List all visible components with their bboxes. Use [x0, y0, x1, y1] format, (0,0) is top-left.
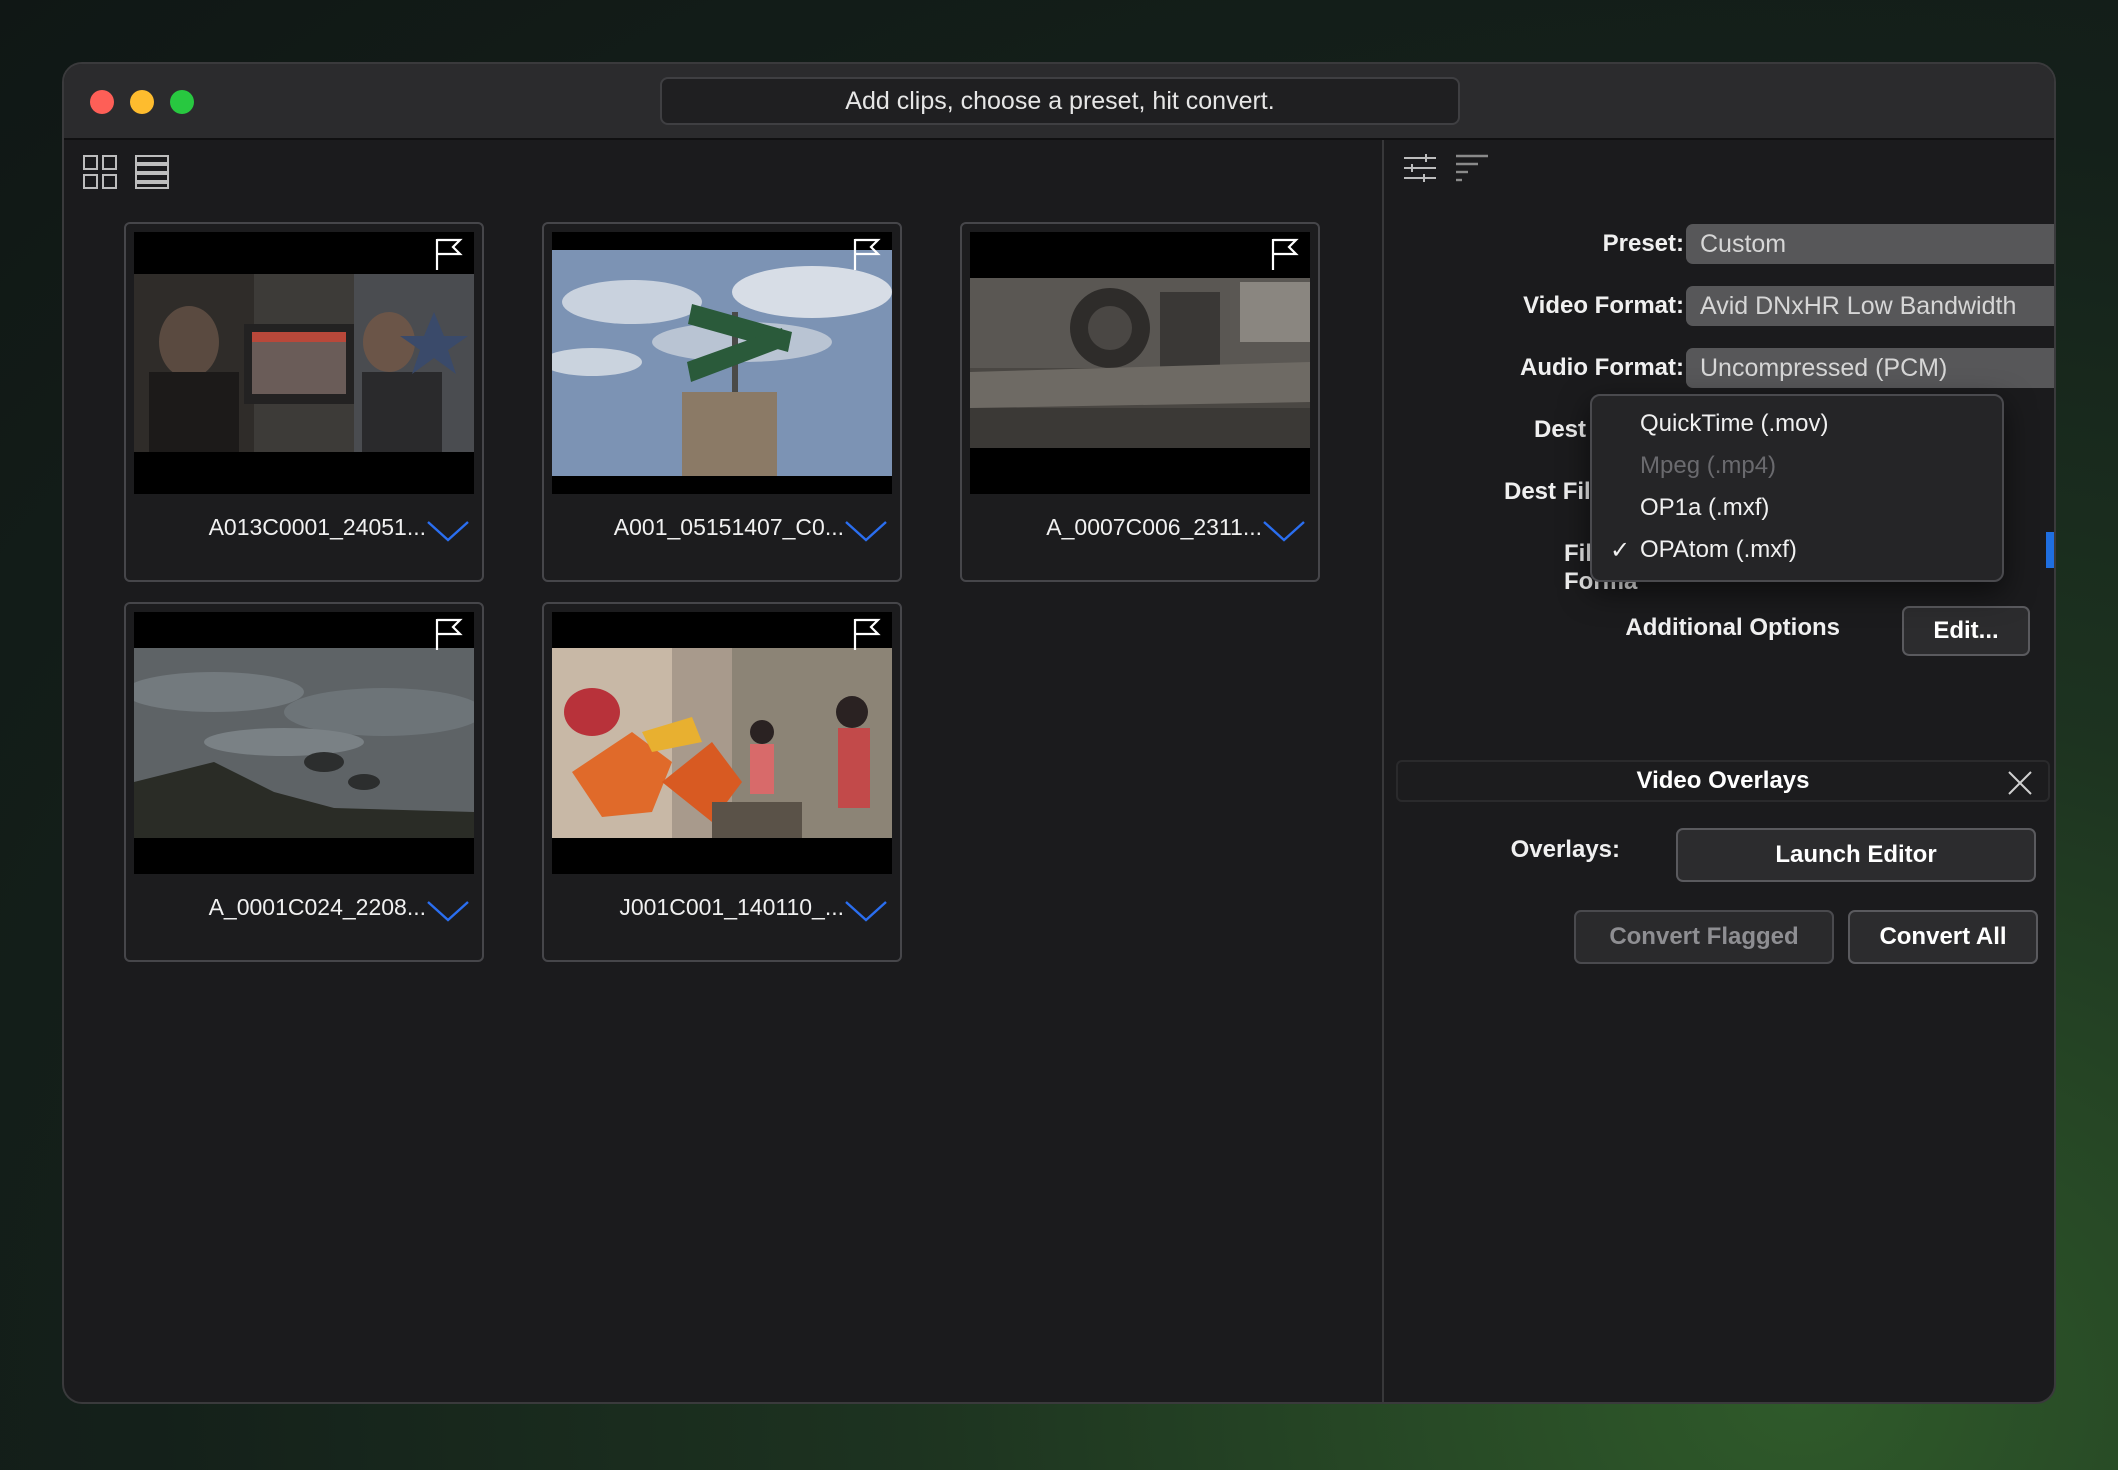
sort-tab-button[interactable]	[1454, 150, 1490, 186]
clip-browser: A013C0001_24051... A001_05151407_C0... A…	[64, 140, 1382, 1402]
file-format-popup-arrow[interactable]	[2046, 532, 2054, 568]
clip-card[interactable]: A_0007C006_2311...	[960, 222, 1320, 582]
popup-arrows-icon	[2054, 352, 2056, 384]
audio-format-label: Audio Format:	[1520, 354, 1684, 381]
audio-format-value: Uncompressed (PCM)	[1700, 354, 1948, 382]
edit-options-button[interactable]: Edit...	[1902, 606, 2030, 656]
clip-card[interactable]: A001_05151407_C0...	[542, 222, 902, 582]
clip-name: A013C0001_24051...	[208, 514, 426, 540]
clip-name: A001_05151407_C0...	[613, 514, 844, 540]
grid-view-icon	[83, 155, 117, 189]
clip-thumbnail[interactable]	[552, 232, 892, 494]
clip-card[interactable]: J001C001_140110_...	[542, 602, 902, 962]
title-hint-field: Add clips, choose a preset, hit convert.	[660, 77, 1460, 125]
clip-name: J001C001_140110_...	[619, 894, 844, 920]
popup-arrows-icon	[2054, 290, 2056, 322]
flag-icon[interactable]	[1268, 236, 1302, 272]
clip-thumbnail[interactable]	[134, 612, 474, 874]
grid-view-button[interactable]	[80, 152, 120, 192]
menu-item-op1a[interactable]: OP1a (.mxf)	[1640, 494, 1769, 522]
audio-format-popup[interactable]: Uncompressed (PCM)	[1686, 348, 2056, 388]
clip-name: A_0007C006_2311...	[1046, 514, 1262, 540]
flag-icon[interactable]	[432, 236, 466, 272]
clip-thumbnail[interactable]	[970, 232, 1310, 494]
checkmark-icon: ✓	[1610, 537, 1631, 564]
list-view-icon	[135, 155, 169, 189]
flag-icon[interactable]	[850, 236, 884, 272]
menu-item-mpeg: Mpeg (.mp4)	[1640, 452, 1777, 479]
chevron-down-icon[interactable]	[426, 898, 470, 924]
close-icon[interactable]	[2006, 769, 2034, 797]
clip-name: A_0001C024_2208...	[208, 894, 426, 920]
menu-item-quicktime[interactable]: QuickTime (.mov)	[1640, 410, 1828, 438]
sliders-icon	[1404, 154, 1436, 182]
chevron-down-icon[interactable]	[844, 898, 888, 924]
chevron-down-icon[interactable]	[426, 518, 470, 544]
settings-tab-button[interactable]	[1402, 150, 1438, 186]
clip-card[interactable]: A_0001C024_2208...	[124, 602, 484, 962]
video-format-label: Video Format:	[1523, 292, 1684, 319]
convert-all-button[interactable]: Convert All	[1848, 910, 2038, 964]
preset-value: Custom	[1700, 230, 1787, 258]
close-window-button[interactable]	[90, 90, 114, 114]
overlays-label: Overlays:	[1510, 836, 1620, 863]
video-format-value: Avid DNxHR Low Bandwidth	[1700, 292, 2017, 320]
list-view-button[interactable]	[132, 152, 172, 192]
zoom-window-button[interactable]	[170, 90, 194, 114]
title-bar: Add clips, choose a preset, hit convert.	[64, 64, 2054, 140]
launch-editor-button[interactable]: Launch Editor	[1676, 828, 2036, 882]
video-overlays-title: Video Overlays	[1636, 767, 1810, 794]
popup-arrows-icon	[2054, 228, 2056, 260]
clip-card[interactable]: A013C0001_24051...	[124, 222, 484, 582]
video-overlays-section: Video Overlays	[1396, 760, 2050, 802]
flag-icon[interactable]	[432, 616, 466, 652]
convert-flagged-button[interactable]: Convert Flagged	[1574, 910, 1834, 964]
chevron-down-icon[interactable]	[844, 518, 888, 544]
preset-label: Preset:	[1602, 230, 1684, 257]
clip-thumbnail[interactable]	[134, 232, 474, 494]
preset-popup[interactable]: Custom	[1686, 224, 2056, 264]
chevron-down-icon[interactable]	[1262, 518, 1306, 544]
additional-options-label: Additional Options	[1625, 614, 1840, 641]
file-format-menu: QuickTime (.mov) Mpeg (.mp4) OP1a (.mxf)…	[1590, 394, 2004, 582]
flag-icon[interactable]	[850, 616, 884, 652]
menu-item-opatom[interactable]: OPAtom (.mxf)	[1640, 536, 1797, 564]
settings-inspector: Preset: Custom Video Format: Avid DNxHR …	[1382, 140, 2056, 1402]
video-format-popup[interactable]: Avid DNxHR Low Bandwidth	[1686, 286, 2056, 326]
minimize-window-button[interactable]	[130, 90, 154, 114]
app-window: Add clips, choose a preset, hit convert.	[62, 62, 2056, 1404]
clip-thumbnail[interactable]	[552, 612, 892, 874]
sort-lines-icon	[1456, 154, 1488, 182]
